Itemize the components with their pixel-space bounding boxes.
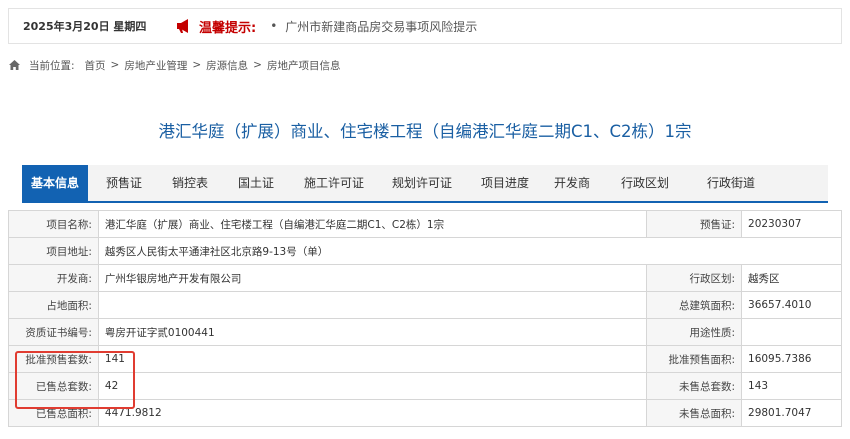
current-date: 2025年3月20日 星期四: [23, 20, 147, 33]
usage-value: [741, 318, 842, 346]
table-row: 资质证书编号: 粤房开证字贰0100441 用途性质:: [8, 318, 842, 346]
sold-area-value: 4471.9812: [97, 399, 648, 427]
breadcrumb-housing[interactable]: 房源信息: [206, 58, 248, 73]
project-name-label: 项目名称:: [8, 210, 99, 238]
breadcrumb-separator: >: [110, 59, 120, 71]
notice-title: 温馨提示:: [199, 20, 257, 36]
tab-developer[interactable]: 开发商: [542, 165, 602, 201]
land-area-value: [97, 291, 648, 319]
notice-link[interactable]: 广州市新建商品房交易事项风险提示: [285, 18, 477, 35]
page-title: 港汇华庭（扩展）商业、住宅楼工程（自编港汇华庭二期C1、C2栋）1宗: [158, 122, 692, 141]
tab-basic-info[interactable]: 基本信息: [22, 165, 88, 201]
tab-district[interactable]: 行政区划: [602, 165, 688, 201]
total-build-area-value: 36657.4010: [741, 291, 842, 319]
address-value: 越秀区人民街太平通津社区北京路9-13号（单）: [97, 237, 843, 265]
unsold-area-label: 未售总面积:: [646, 399, 743, 427]
tab-sales-control[interactable]: 销控表: [160, 165, 220, 201]
project-name-value: 港汇华庭（扩展）商业、住宅楼工程（自编港汇华庭二期C1、C2栋）1宗: [97, 210, 648, 238]
home-icon: [9, 60, 20, 70]
land-area-label: 占地面积:: [8, 291, 99, 319]
developer-value: 广州华银房地产开发有限公司: [97, 264, 648, 292]
breadcrumb-current: 房地产项目信息: [266, 59, 341, 72]
breadcrumb-separator: >: [192, 59, 202, 71]
cert-value: 粤房开证字贰0100441: [97, 318, 648, 346]
megaphone-icon: [177, 19, 188, 33]
breadcrumb-home[interactable]: 首页: [85, 58, 106, 73]
table-row: 占地面积: 总建筑面积: 36657.4010: [8, 291, 842, 319]
address-label: 项目地址:: [8, 237, 99, 265]
tab-progress[interactable]: 项目进度: [468, 165, 542, 201]
presale-value: 20230307: [741, 210, 842, 238]
district-label: 行政区划:: [646, 264, 743, 292]
tab-street[interactable]: 行政街道: [688, 165, 774, 201]
cert-label: 资质证书编号:: [8, 318, 99, 346]
tab-planning-permit[interactable]: 规划许可证: [376, 165, 468, 201]
notice-bullet: •: [270, 19, 278, 33]
approved-area-label: 批准预售面积:: [646, 345, 743, 373]
approved-units-value: 141: [97, 345, 648, 373]
table-row: 项目名称: 港汇华庭（扩展）商业、住宅楼工程（自编港汇华庭二期C1、C2栋）1宗…: [8, 210, 842, 238]
approved-area-value: 16095.7386: [741, 345, 842, 373]
developer-label: 开发商:: [8, 264, 99, 292]
tab-presale-cert[interactable]: 预售证: [88, 165, 160, 201]
breadcrumb: 当前位置: 首页 > 房地产业管理 > 房源信息 > 房地产项目信息: [8, 56, 340, 74]
presale-label: 预售证:: [646, 210, 743, 238]
district-value: 越秀区: [741, 264, 842, 292]
tab-construction-permit[interactable]: 施工许可证: [292, 165, 376, 201]
tab-land-cert[interactable]: 国土证: [220, 165, 292, 201]
notice-bar: 2025年3月20日 星期四 温馨提示: • 广州市新建商品房交易事项风险提示: [8, 8, 842, 44]
total-build-area-label: 总建筑面积:: [646, 291, 743, 319]
breadcrumb-separator: >: [253, 59, 262, 71]
unsold-units-label: 未售总套数:: [646, 372, 743, 400]
tab-bar: 基本信息 预售证 销控表 国土证 施工许可证 规划许可证 项目进度 开发商 行政…: [22, 165, 828, 203]
table-row: 开发商: 广州华银房地产开发有限公司 行政区划: 越秀区: [8, 264, 842, 292]
unsold-units-value: 143: [741, 372, 842, 400]
table-row: 项目地址: 越秀区人民街太平通津社区北京路9-13号（单）: [8, 237, 843, 265]
breadcrumb-real-estate[interactable]: 房地产业管理: [124, 58, 187, 73]
unsold-area-value: 29801.7047: [741, 399, 842, 427]
highlight-annotation-box: [15, 351, 135, 409]
breadcrumb-prefix: 当前位置:: [29, 59, 75, 72]
usage-label: 用途性质:: [646, 318, 743, 346]
sold-units-value: 42: [97, 372, 648, 400]
